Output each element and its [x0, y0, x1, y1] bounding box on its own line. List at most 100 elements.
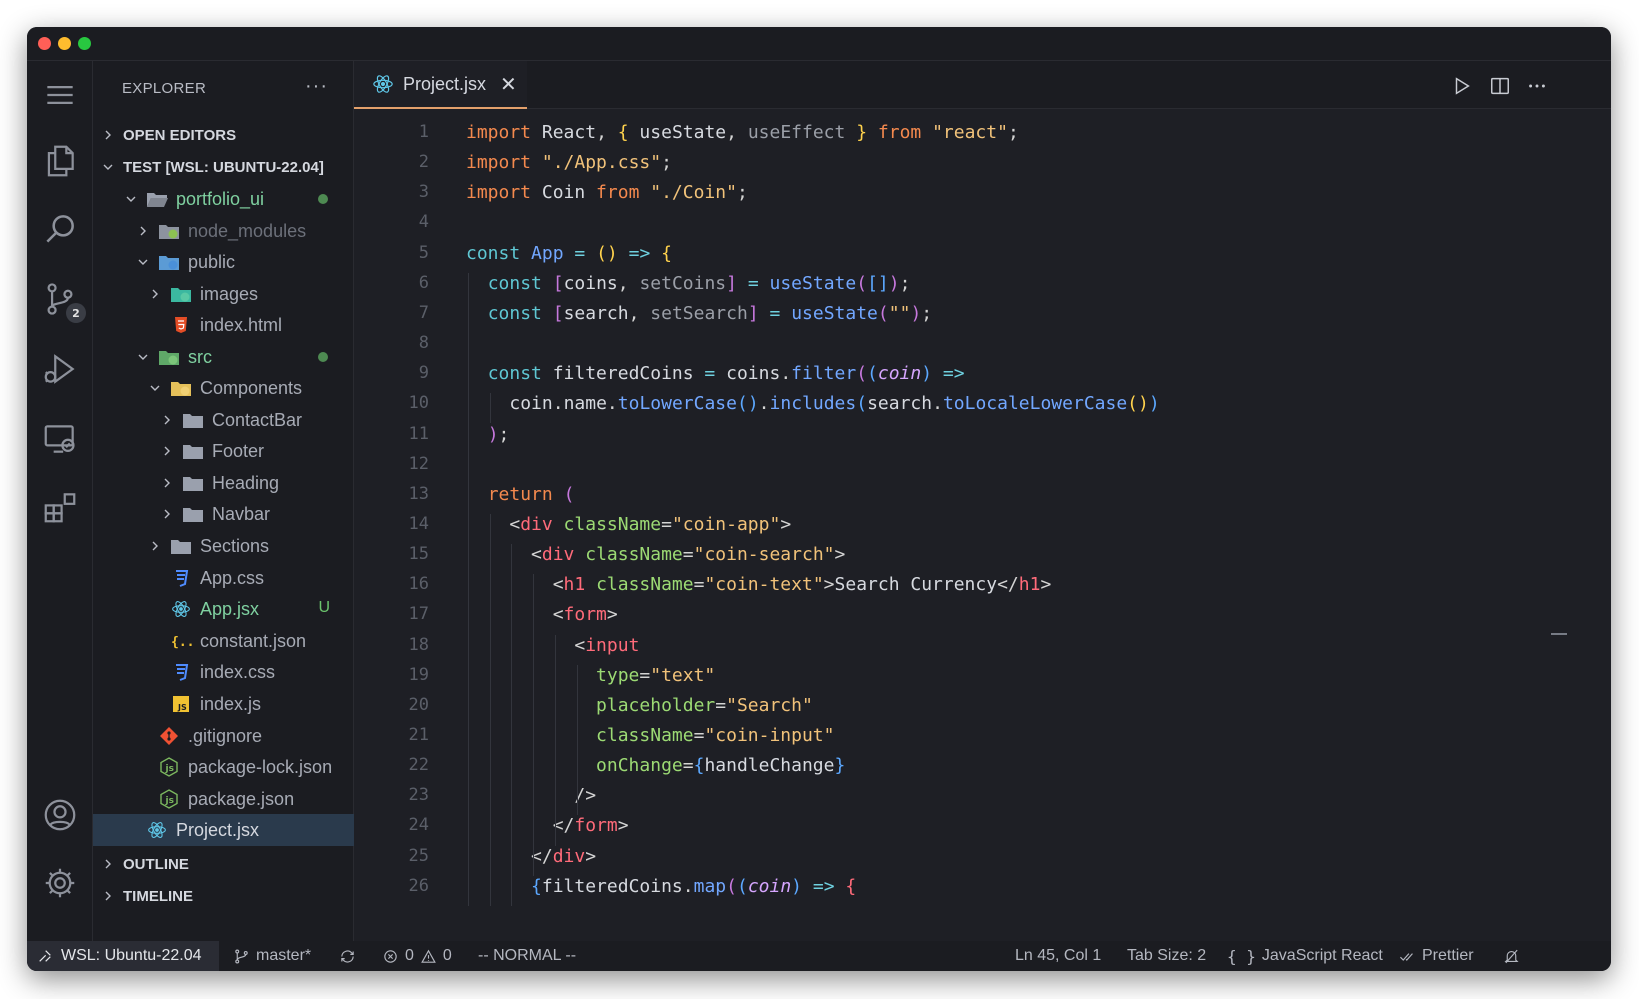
minimize-window-button[interactable] [58, 37, 71, 50]
code-token: import [466, 122, 532, 143]
tab-project-jsx[interactable]: Project.jsx ✕ [354, 61, 527, 109]
tree-folder[interactable]: Navbar [93, 498, 354, 530]
cursor-position[interactable]: Ln 45, Col 1 [1015, 941, 1101, 971]
tree-folder[interactable]: ContactBar [93, 404, 354, 436]
tree-file[interactable]: .gitignore [93, 720, 354, 752]
split-editor-icon[interactable] [1489, 75, 1511, 97]
line-number: 3 [418, 182, 429, 203]
tree-file[interactable]: App.css [93, 562, 354, 594]
tree-file[interactable]: JS index.js [93, 688, 354, 720]
code-token: const [487, 272, 542, 294]
chevron-right-icon[interactable] [160, 444, 174, 458]
tree-folder[interactable]: Heading [93, 467, 354, 499]
code-token: from [867, 122, 922, 143]
code-token: className [596, 725, 694, 746]
tree-folder[interactable]: Footer [93, 435, 354, 467]
chevron-down-icon[interactable] [136, 350, 150, 364]
tab-close-icon[interactable]: ✕ [500, 72, 517, 97]
run-file-icon[interactable] [1451, 75, 1473, 97]
line-number: 14 [408, 513, 429, 534]
code-token: ) [921, 363, 933, 385]
run-debug-icon[interactable] [36, 345, 84, 393]
chevron-down-icon[interactable] [124, 192, 138, 206]
code-token: search [867, 393, 933, 415]
tree-file[interactable]: js package.json [93, 783, 354, 815]
code-token: () [596, 242, 618, 264]
tree-file[interactable]: {..} constant.json [93, 625, 354, 657]
code-token: > [834, 544, 846, 566]
tree-file[interactable]: js package-lock.json [93, 751, 354, 783]
code-token: [] [867, 272, 889, 294]
code-token: </ [531, 845, 553, 867]
braces-icon: { } [1227, 946, 1256, 966]
chevron-right-icon[interactable] [160, 507, 174, 521]
code-token: const [487, 302, 542, 324]
explorer-more-button[interactable]: ··· [305, 75, 328, 98]
code-token: < [552, 574, 564, 596]
branch-indicator[interactable]: master* [233, 941, 311, 971]
tree-file[interactable]: App.jsx U [93, 593, 354, 625]
bell-muted-icon [1504, 949, 1519, 963]
chevron-right-icon[interactable] [148, 287, 162, 301]
folder-icon [158, 252, 180, 272]
tree-folder[interactable]: public [93, 246, 354, 278]
settings-gear-icon[interactable] [36, 859, 84, 907]
tree-folder[interactable]: Components [93, 372, 354, 404]
tree-file[interactable]: index.html [93, 309, 354, 341]
code-token: ( [736, 875, 748, 897]
close-window-button[interactable] [38, 37, 51, 50]
chevron-down-icon[interactable] [136, 255, 150, 269]
code-token: { [617, 122, 629, 143]
chevron-down-icon[interactable] [101, 160, 115, 174]
section-open-editors[interactable]: OPEN EDITORS [93, 119, 354, 151]
chevron-right-icon[interactable] [136, 224, 150, 238]
tree-file[interactable]: Project.jsx [93, 814, 354, 846]
problems-indicator[interactable]: 0 0 [382, 941, 452, 971]
code-token: className [574, 544, 683, 566]
extensions-icon[interactable] [36, 483, 84, 531]
search-icon[interactable] [36, 205, 84, 253]
maximize-window-button[interactable] [78, 37, 91, 50]
chevron-right-icon[interactable] [160, 413, 174, 427]
language-mode[interactable]: { } JavaScript React [1227, 941, 1383, 971]
notifications-button[interactable] [1503, 941, 1520, 971]
explorer-icon[interactable] [36, 137, 84, 185]
chevron-right-icon[interactable] [101, 128, 115, 142]
code-token: = [715, 694, 727, 716]
chevron-down-icon[interactable] [148, 381, 162, 395]
formatter-indicator[interactable]: Prettier [1399, 941, 1474, 971]
code-token: > [1040, 574, 1052, 596]
tree-folder[interactable]: node_modules [93, 215, 354, 247]
code-token: , [617, 272, 640, 294]
section-outline[interactable]: OUTLINE [93, 848, 354, 880]
code-editor[interactable]: 1 2 3 4 5 6 7 8 9 10 11 12 13 14 15 16 17 18 19 20 21 22 23 24 2… [354, 109, 1611, 941]
code-token: "./Coin" [639, 182, 737, 204]
chevron-right-icon[interactable] [160, 476, 174, 490]
tab-size-indicator[interactable]: Tab Size: 2 [1127, 941, 1206, 971]
chevron-right-icon[interactable] [101, 857, 115, 871]
tree-folder[interactable]: Sections [93, 530, 354, 562]
remote-indicator[interactable]: WSL: Ubuntu-22.04 [27, 941, 219, 971]
more-actions-icon[interactable] [1526, 75, 1548, 97]
chevron-right-icon[interactable] [148, 539, 162, 553]
sync-button[interactable] [339, 941, 356, 971]
tree-folder[interactable]: src [93, 341, 354, 373]
remote-explorer-icon[interactable] [36, 415, 84, 463]
source-control-icon[interactable]: 2 [36, 275, 86, 323]
tree-folder[interactable]: images [93, 278, 354, 310]
code-token: > [606, 604, 618, 626]
account-icon[interactable] [36, 791, 84, 839]
code-token: ; [1007, 122, 1019, 143]
language-label: JavaScript React [1261, 947, 1383, 964]
chevron-right-icon[interactable] [101, 889, 115, 903]
folder-icon [170, 284, 192, 304]
tree-file[interactable]: index.css [93, 656, 354, 688]
section-workspace[interactable]: TEST [WSL: UBUNTU-22.04] [93, 151, 354, 183]
tree-folder[interactable]: portfolio_ui [93, 183, 354, 215]
menu-icon[interactable] [36, 71, 84, 119]
section-timeline[interactable]: TIMELINE [93, 880, 354, 912]
